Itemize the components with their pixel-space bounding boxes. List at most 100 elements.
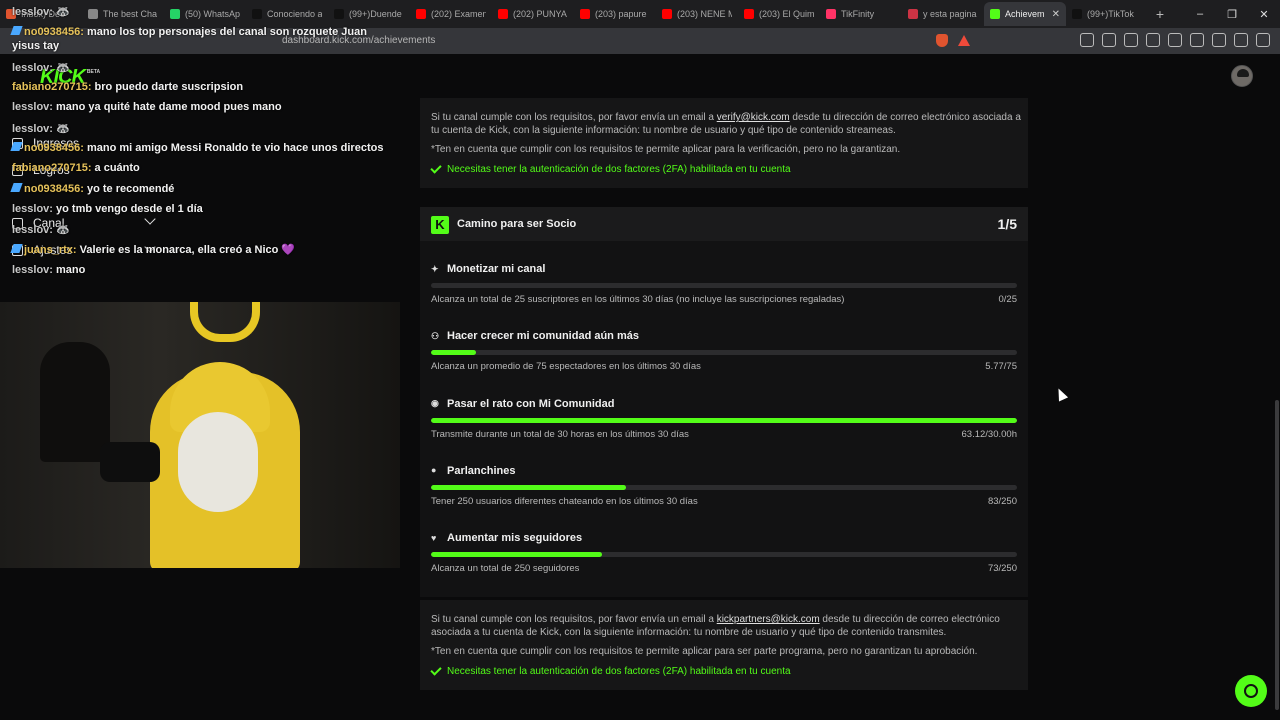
partner-goal: ◉ Pasar el rato con Mi Comunidad Transmite… — [420, 398, 1028, 458]
goal-value: 63.12/30.00h — [961, 428, 1017, 440]
chat-username[interactable]: no0938456: — [24, 183, 84, 195]
2fa-requirement: Necesitas tener la autenticación de dos … — [430, 664, 791, 677]
broadcast-icon: ◉ — [431, 398, 439, 409]
tikfinity-icon — [826, 9, 836, 19]
verify-email-link[interactable]: verify@kick.com — [717, 112, 790, 123]
chat-message: fabiano270715: a cuánto — [12, 162, 140, 174]
close-window-button[interactable]: ✕ — [1248, 0, 1280, 28]
menu-icon[interactable] — [1256, 33, 1270, 47]
youtube-icon — [416, 9, 426, 19]
new-tab-button[interactable]: + — [1148, 6, 1172, 22]
minimize-button[interactable]: – — [1184, 0, 1216, 28]
chat-username[interactable]: lesslov: — [12, 62, 53, 74]
screenshot-icon[interactable] — [1124, 33, 1138, 47]
chat-username[interactable]: lesslov: — [12, 101, 53, 113]
chat-text: bro puedo darte suscripsion — [94, 81, 244, 93]
chat-message: lesslov: mano — [12, 264, 85, 276]
chat-message: fabiano270715: bro puedo darte suscripsi… — [12, 81, 243, 93]
sub-badge-icon — [10, 142, 23, 151]
chat-username[interactable]: fabiano270715: — [12, 162, 91, 174]
goal-title-text: Aumentar mis seguidores — [447, 532, 583, 545]
goal-progress-track — [431, 283, 1017, 288]
chat-message: lesslov: 🦝 — [12, 61, 70, 74]
chat-username[interactable]: no0938456: — [24, 26, 84, 38]
tab-label: (99+)TikTok — [1087, 9, 1134, 19]
partner-email-link[interactable]: kickpartners@kick.com — [717, 614, 820, 625]
vpn-icon[interactable] — [1234, 33, 1248, 47]
chat-message: no0938456: mano mi amigo Messi Ronaldo t… — [10, 142, 383, 154]
partner-note: *Ten en cuenta que cumplir con los requi… — [431, 646, 978, 657]
goal-description: Transmite durante un total de 30 horas e… — [431, 428, 689, 440]
browser-tab[interactable]: (203) El Quim — [738, 2, 820, 26]
heart-icon: ♥ — [431, 532, 437, 543]
maximize-button[interactable]: ❐ — [1216, 0, 1248, 28]
screen: Inbox) Dec The best Cha (50) WhatsAp Conoci… — [0, 0, 1280, 720]
chat-message: lesslov: 🦝 — [12, 122, 70, 135]
goal-progress-track — [431, 417, 1017, 423]
brave-shields-icon[interactable] — [936, 34, 948, 47]
leo-icon[interactable] — [1212, 33, 1226, 47]
goal-description: Tener 250 usuarios diferentes chateando … — [431, 495, 698, 507]
goal-title: ● Parlanchines — [431, 465, 515, 477]
goal-progress-track — [431, 350, 1017, 356]
tab-label: (202) PUNYA — [513, 9, 567, 19]
microphone — [100, 442, 160, 482]
chat-username[interactable]: fabiano270715: — [12, 81, 91, 93]
chat-username[interactable]: lesslov: — [12, 224, 53, 236]
browser-tab[interactable]: Achievem ✕ — [984, 2, 1066, 26]
chat-message: no0938456: yo te recomendé — [10, 183, 174, 195]
check-icon — [430, 664, 442, 676]
chat-username[interactable]: lesslov: — [12, 264, 53, 276]
painted-face — [178, 412, 258, 512]
kick-icon — [990, 9, 1000, 19]
tab-label: y esta pagina — [923, 9, 977, 19]
chat-message: lesslov: 🦝 — [12, 223, 70, 236]
chat-username[interactable]: lesslov: — [12, 123, 53, 135]
close-tab-icon[interactable]: ✕ — [1052, 9, 1060, 20]
goal-title-text: Hacer crecer mi comunidad aún más — [447, 330, 639, 343]
browser-tab[interactable]: TikFinity — [820, 2, 902, 26]
browser-tab[interactable]: (99+)TikTok — [1066, 2, 1148, 26]
brave-rewards-icon[interactable] — [958, 35, 970, 46]
chat-text: 🦝 — [56, 224, 70, 236]
chat-username[interactable]: lesslov: — [12, 203, 53, 215]
verification-note: *Ten en cuenta que cumplir con los requi… — [431, 144, 901, 155]
chat-text: mano — [56, 264, 86, 276]
chat-username[interactable]: juans_rtx: — [24, 244, 77, 256]
youtube-icon — [662, 9, 672, 19]
wallet-icon[interactable] — [1190, 33, 1204, 47]
support-chat-button[interactable] — [1235, 675, 1267, 707]
chat-bubble-icon: ● — [431, 465, 437, 476]
kick-icon: K — [431, 216, 449, 234]
browser-tab[interactable]: (202) PUNYA — [492, 2, 574, 26]
tab-label: TikFinity — [841, 9, 875, 19]
goal-value: 0/25 — [998, 294, 1018, 305]
scrollbar[interactable] — [1275, 400, 1279, 710]
browser-tab[interactable]: (202) Examen — [410, 2, 492, 26]
media-icon[interactable] — [1146, 33, 1160, 47]
goal-title: ⚇ Hacer crecer mi comunidad aún más — [431, 330, 639, 342]
chat-message: lesslov: mano ya quité hate dame mood pu… — [12, 101, 282, 113]
extensions-icon[interactable] — [1102, 33, 1116, 47]
goal-progress-fill — [431, 417, 1017, 423]
youtube-icon — [744, 9, 754, 19]
partner-goal: ⚇ Hacer crecer mi comunidad aún más Alcanz… — [420, 330, 1028, 390]
chat-overlay: lesslov: 🦝 no0938456: mano los top person… — [0, 0, 400, 300]
tab-label: (203) NENE M — [677, 9, 732, 19]
window-controls: – ❐ ✕ — [1184, 0, 1280, 28]
translate-icon[interactable] — [1080, 33, 1094, 47]
sub-badge-icon — [10, 244, 23, 253]
chat-username[interactable]: lesslov: — [12, 6, 53, 18]
user-avatar[interactable] — [1231, 65, 1253, 87]
browser-tab[interactable]: y esta pagina — [902, 2, 984, 26]
chat-username[interactable]: no0938456: — [24, 142, 84, 154]
goal-title-text: Monetizar mi canal — [447, 263, 546, 275]
tab-label: (203) El Quim — [759, 9, 814, 19]
browser-tab[interactable]: (203) NENE M — [656, 2, 738, 26]
browser-tab[interactable]: (203) papure — [574, 2, 656, 26]
goal-progress-track — [431, 552, 1017, 558]
partner-application-card: Si tu canal cumple con los requisitos, p… — [420, 600, 1028, 690]
globe-icon — [908, 9, 918, 19]
sidebar-icon[interactable] — [1168, 33, 1182, 47]
chat-message: yisus tay — [12, 40, 59, 52]
